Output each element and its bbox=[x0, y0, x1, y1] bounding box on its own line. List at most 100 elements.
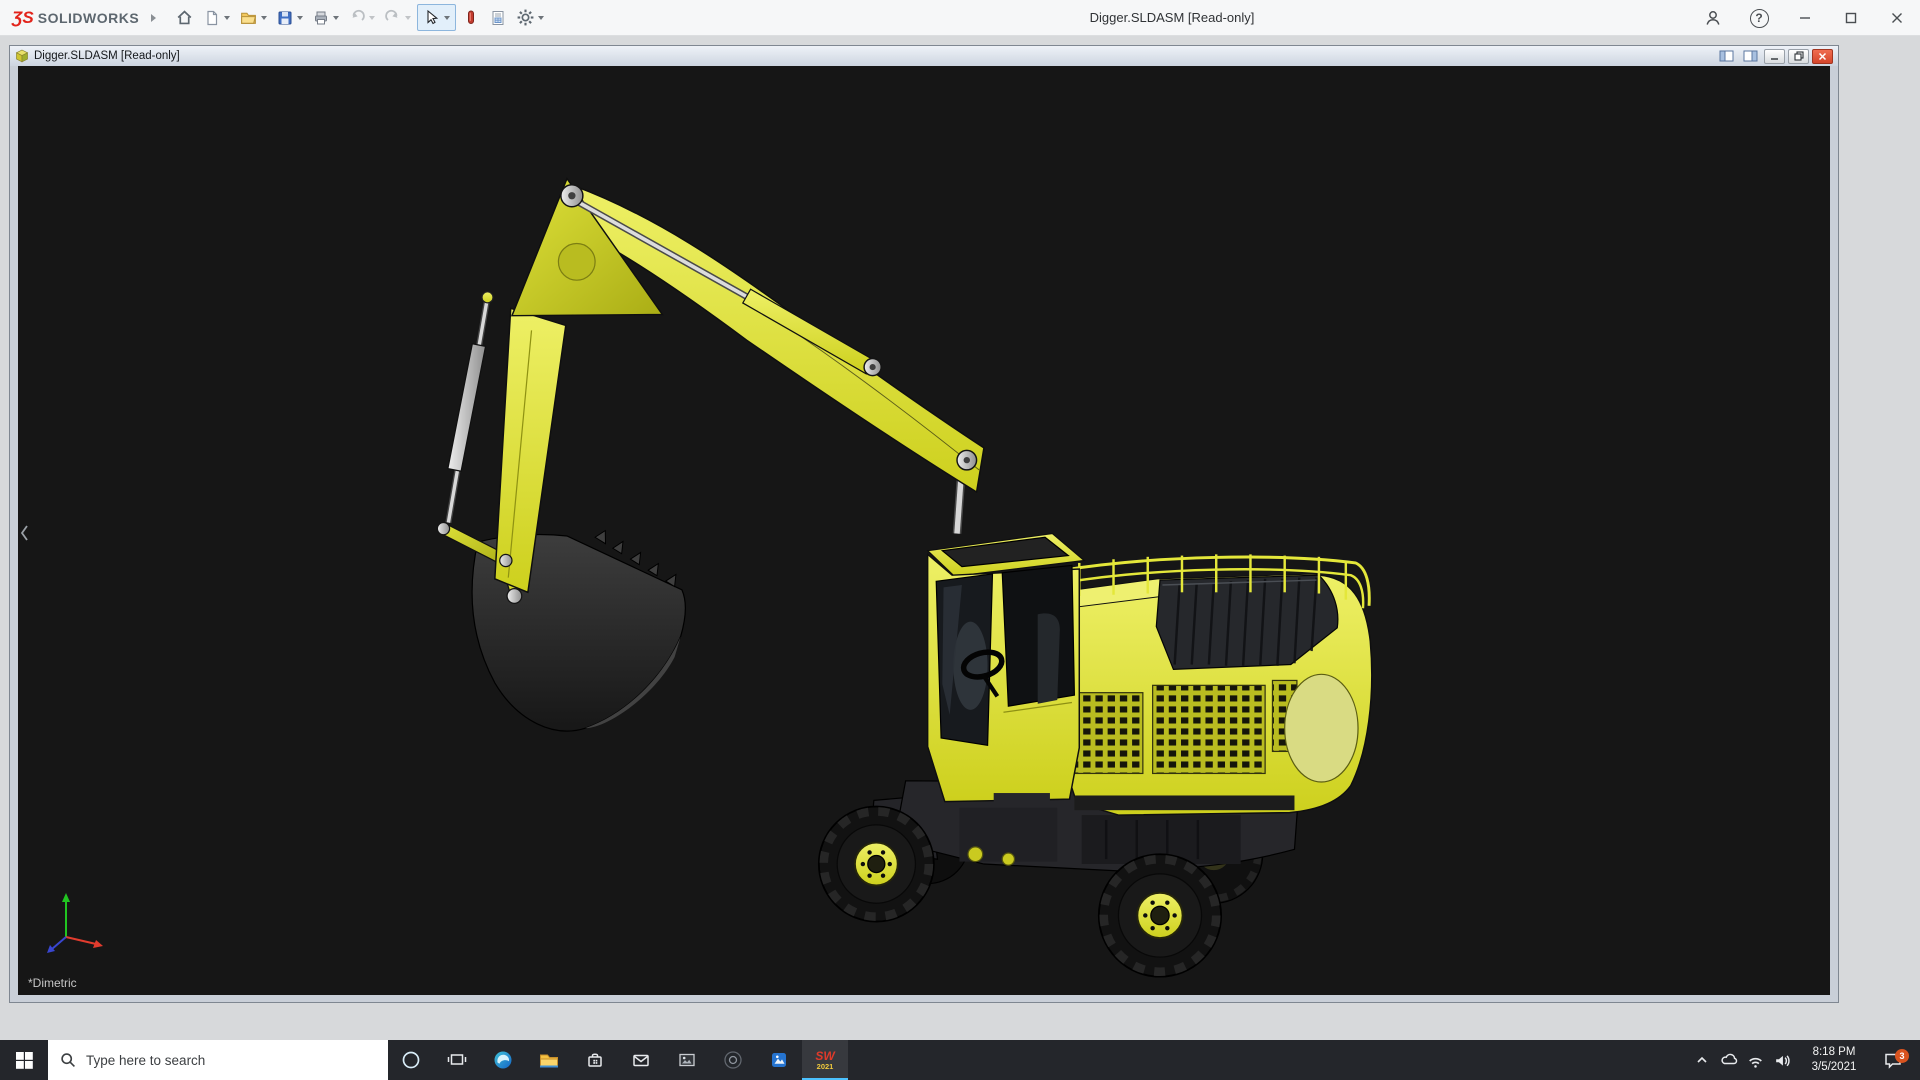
document-minimize-button[interactable] bbox=[1764, 48, 1785, 64]
document-window: Digger.SLDASM [Read-only] *Dimetric bbox=[9, 45, 1839, 1003]
solidworks-icon: SW bbox=[815, 1048, 835, 1063]
undo-button[interactable] bbox=[345, 4, 378, 31]
home-button[interactable] bbox=[172, 4, 197, 31]
print-icon bbox=[315, 11, 328, 24]
view-orientation-label: *Dimetric bbox=[28, 976, 77, 990]
front-wheel[interactable] bbox=[817, 805, 935, 923]
document-titlebar[interactable]: Digger.SLDASM [Read-only] bbox=[10, 46, 1838, 66]
cab[interactable] bbox=[926, 532, 1086, 805]
taskbar-dark-app-button[interactable] bbox=[710, 1040, 756, 1080]
task-view-icon bbox=[447, 1054, 467, 1065]
taskbar-photos-button[interactable] bbox=[664, 1040, 710, 1080]
chevron-down-icon[interactable] bbox=[369, 15, 376, 20]
pane-left-icon bbox=[1719, 50, 1734, 62]
open-button[interactable] bbox=[236, 4, 270, 31]
taskbar-store-button[interactable] bbox=[572, 1040, 618, 1080]
solidworks-logo-text: SOLIDWORKS bbox=[37, 9, 140, 26]
maximize-button[interactable] bbox=[1828, 0, 1874, 36]
pane-right-button[interactable] bbox=[1740, 49, 1761, 64]
app-titlebar: ƷS SOLIDWORKS Digger.SLDASM [Read-only] … bbox=[0, 0, 1920, 36]
seat bbox=[1037, 613, 1060, 704]
start-button[interactable] bbox=[0, 1040, 48, 1080]
help-icon: ? bbox=[1749, 8, 1769, 28]
cloud-icon bbox=[1720, 1053, 1737, 1065]
taskbar-cortana-button[interactable] bbox=[388, 1040, 434, 1080]
taskbar-mail-button[interactable] bbox=[618, 1040, 664, 1080]
minimize-icon bbox=[1800, 17, 1810, 19]
taskbar-edge-button[interactable] bbox=[480, 1040, 526, 1080]
machine-body[interactable] bbox=[1054, 554, 1373, 816]
volume-icon bbox=[1776, 1054, 1790, 1066]
help-button[interactable]: ? bbox=[1736, 0, 1782, 36]
tray-network-button[interactable] bbox=[1742, 1040, 1769, 1080]
tray-cloud-button[interactable] bbox=[1715, 1040, 1742, 1080]
close-icon bbox=[1892, 13, 1902, 23]
undo-icon bbox=[352, 9, 365, 21]
search-input[interactable] bbox=[86, 1052, 388, 1068]
taskbar-blue-app-button[interactable] bbox=[756, 1040, 802, 1080]
edge-icon bbox=[494, 1051, 512, 1069]
screen: ƷS SOLIDWORKS Digger.SLDASM [Read-only] … bbox=[0, 0, 1920, 1080]
taskbar-search[interactable] bbox=[48, 1040, 388, 1080]
appearance-button[interactable] bbox=[459, 4, 483, 31]
solidworks-year-label: 2021 bbox=[816, 1061, 834, 1071]
side-grille bbox=[1152, 684, 1266, 775]
appearance-icon bbox=[468, 10, 475, 24]
orientation-triad-icon bbox=[47, 893, 103, 953]
save-icon bbox=[278, 11, 292, 24]
blue-app-icon bbox=[772, 1053, 786, 1067]
save-button[interactable] bbox=[273, 4, 306, 31]
photos-icon bbox=[679, 1053, 695, 1067]
start-icon bbox=[15, 1051, 33, 1069]
open-folder-icon bbox=[241, 12, 257, 24]
print-button[interactable] bbox=[309, 4, 342, 31]
panel-collapse-chevron-icon[interactable] bbox=[19, 524, 30, 542]
chevron-down-icon[interactable] bbox=[333, 15, 340, 20]
taskbar: SW 2021 bbox=[0, 1040, 1920, 1080]
chevron-down-icon[interactable] bbox=[444, 15, 451, 20]
cortana-icon bbox=[402, 1051, 420, 1069]
tray-volume-button[interactable] bbox=[1769, 1040, 1796, 1080]
close-button[interactable] bbox=[1874, 0, 1920, 36]
store-icon bbox=[588, 1053, 602, 1067]
chevron-down-icon[interactable] bbox=[224, 15, 231, 20]
tray-show-hidden-button[interactable] bbox=[1688, 1040, 1715, 1080]
settings-gear-icon bbox=[517, 9, 534, 26]
chevron-up-icon bbox=[1696, 1056, 1707, 1063]
chevron-down-icon[interactable] bbox=[261, 15, 268, 20]
redo-icon bbox=[385, 9, 398, 21]
new-document-button[interactable] bbox=[200, 4, 233, 31]
taskbar-clock[interactable]: 8:18 PM 3/5/2021 bbox=[1796, 1045, 1872, 1075]
pane-left-button[interactable] bbox=[1716, 49, 1737, 64]
taskbar-task-view-button[interactable] bbox=[434, 1040, 480, 1080]
mail-icon bbox=[633, 1054, 649, 1067]
dark-app-icon bbox=[724, 1051, 742, 1069]
minimize-icon bbox=[1771, 57, 1778, 60]
document-close-button[interactable] bbox=[1812, 48, 1833, 64]
assembly-cube-icon bbox=[15, 49, 29, 63]
action-center-button[interactable]: 3 bbox=[1872, 1049, 1914, 1070]
chevron-down-icon[interactable] bbox=[538, 15, 545, 20]
taskbar-solidworks-button[interactable]: SW 2021 bbox=[802, 1040, 848, 1080]
pane-right-icon bbox=[1743, 50, 1758, 62]
document-window-controls bbox=[1716, 48, 1833, 64]
bucket-cylinder[interactable] bbox=[445, 291, 494, 524]
chevron-down-icon[interactable] bbox=[405, 15, 412, 20]
chevron-down-icon[interactable] bbox=[297, 15, 304, 20]
select-tool-button[interactable] bbox=[417, 4, 457, 31]
menu-expand-arrow-icon[interactable] bbox=[151, 13, 157, 22]
minimize-button[interactable] bbox=[1782, 0, 1828, 36]
taskbar-file-explorer-button[interactable] bbox=[526, 1040, 572, 1080]
clock-date: 3/5/2021 bbox=[1811, 1061, 1857, 1073]
solidworks-logo: ƷS SOLIDWORKS bbox=[0, 8, 145, 28]
graphics-viewport[interactable]: *Dimetric bbox=[18, 66, 1830, 995]
boom-arm[interactable] bbox=[556, 185, 985, 534]
restore-icon bbox=[1793, 51, 1804, 61]
maximize-icon bbox=[1845, 12, 1857, 24]
document-restore-button[interactable] bbox=[1788, 48, 1809, 64]
rear-wheel[interactable] bbox=[1097, 853, 1223, 978]
user-account-button[interactable] bbox=[1690, 0, 1736, 36]
file-properties-button[interactable] bbox=[486, 4, 510, 31]
options-button[interactable] bbox=[513, 4, 547, 31]
redo-button[interactable] bbox=[381, 4, 414, 31]
